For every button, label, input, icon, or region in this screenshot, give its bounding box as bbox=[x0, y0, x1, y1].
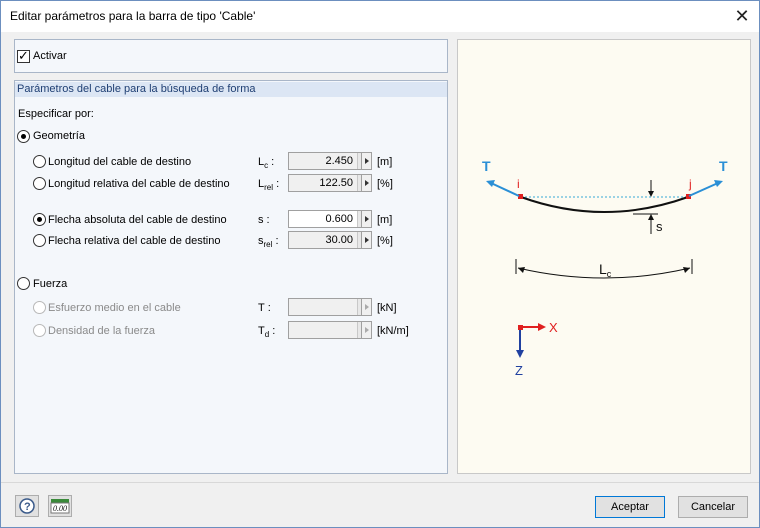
x-axis-label: X bbox=[549, 320, 558, 335]
mean-force-menu-button[interactable] bbox=[361, 298, 372, 316]
target-length-radio[interactable] bbox=[33, 155, 46, 168]
relative-sag-unit: [%] bbox=[377, 235, 393, 247]
force-label[interactable]: Fuerza bbox=[33, 278, 67, 290]
relative-length-label[interactable]: Longitud relativa del cable de destino bbox=[48, 178, 230, 190]
target-length-menu-button[interactable] bbox=[361, 152, 372, 170]
target-length-value: 2.450 bbox=[325, 155, 353, 167]
section-title: Parámetros del cable para la búsqueda de… bbox=[15, 82, 447, 97]
force-density-label[interactable]: Densidad de la fuerza bbox=[48, 325, 155, 337]
accept-button[interactable]: Aceptar bbox=[595, 496, 665, 518]
node-j-label: j bbox=[688, 177, 692, 191]
td-symbol: Td : bbox=[258, 325, 276, 340]
cable-diagram: i j T T s Lc X Z bbox=[457, 39, 751, 474]
target-length-input[interactable]: 2.450 bbox=[288, 152, 372, 170]
svg-text:?: ? bbox=[24, 501, 31, 513]
force-density-radio[interactable] bbox=[33, 324, 46, 337]
close-icon[interactable]: ✕ bbox=[728, 4, 756, 28]
cable-curve bbox=[520, 196, 689, 213]
absolute-sag-radio[interactable] bbox=[33, 213, 46, 226]
x-axis-arrowhead bbox=[538, 323, 546, 331]
help-button[interactable]: ? bbox=[15, 495, 39, 517]
force-density-unit: [kN/m] bbox=[377, 325, 409, 337]
t-symbol: T : bbox=[258, 302, 271, 314]
relative-sag-input[interactable]: 30.00 bbox=[288, 231, 372, 249]
relative-length-input[interactable]: 122.50 bbox=[288, 174, 372, 192]
geometry-radio[interactable] bbox=[17, 130, 30, 143]
relative-sag-label[interactable]: Flecha relativa del cable de destino bbox=[48, 235, 220, 247]
absolute-sag-unit: [m] bbox=[377, 214, 393, 226]
tension-label-left: T bbox=[482, 158, 491, 174]
cable-diagram-svg: i j T T s Lc X Z bbox=[482, 158, 728, 378]
lc-arrow-right bbox=[683, 267, 690, 273]
mean-force-input[interactable] bbox=[288, 298, 372, 316]
geometry-label[interactable]: Geometría bbox=[33, 130, 85, 142]
units-icon-text: 0.00 bbox=[53, 504, 67, 513]
absolute-sag-value: 0.600 bbox=[325, 213, 353, 225]
target-length-label[interactable]: Longitud del cable de destino bbox=[48, 156, 191, 168]
relative-sag-menu-button[interactable] bbox=[361, 231, 372, 249]
units-button[interactable]: 0.00 bbox=[48, 495, 72, 517]
specify-label: Especificar por: bbox=[18, 108, 94, 120]
axis-origin bbox=[518, 325, 523, 330]
relative-length-menu-button[interactable] bbox=[361, 174, 372, 192]
mean-force-unit: [kN] bbox=[377, 302, 397, 314]
target-length-unit: [m] bbox=[377, 156, 393, 168]
activate-checkbox[interactable] bbox=[17, 48, 30, 64]
help-icon: ? bbox=[19, 498, 35, 514]
sag-label: s bbox=[656, 219, 663, 234]
tension-label-right: T bbox=[719, 158, 728, 174]
lc-arrow-left bbox=[518, 267, 525, 273]
srel-symbol: srel : bbox=[258, 235, 279, 250]
absolute-sag-menu-button[interactable] bbox=[361, 210, 372, 228]
relative-length-value: 122.50 bbox=[319, 177, 353, 189]
lc-symbol: Lc : bbox=[258, 156, 275, 171]
mean-force-radio[interactable] bbox=[33, 301, 46, 314]
s-symbol: s : bbox=[258, 214, 270, 226]
activate-label[interactable]: Activar bbox=[33, 50, 67, 62]
units-icon: 0.00 bbox=[50, 499, 70, 514]
absolute-sag-label[interactable]: Flecha absoluta del cable de destino bbox=[48, 214, 227, 226]
relative-length-radio[interactable] bbox=[33, 177, 46, 190]
sag-arrow-bottom bbox=[648, 214, 654, 220]
mean-force-label[interactable]: Esfuerzo medio en el cable bbox=[48, 302, 181, 314]
window-title: Editar parámetros para la barra de tipo … bbox=[10, 9, 256, 23]
force-density-menu-button[interactable] bbox=[361, 321, 372, 339]
lrel-symbol: Lrel : bbox=[258, 178, 280, 193]
tension-arrow-left bbox=[490, 182, 520, 197]
z-axis-label: Z bbox=[515, 363, 523, 378]
z-axis-arrowhead bbox=[516, 350, 524, 358]
dialog-window: Editar parámetros para la barra de tipo … bbox=[0, 0, 760, 528]
title-bar: Editar parámetros para la barra de tipo … bbox=[1, 1, 759, 32]
force-radio[interactable] bbox=[17, 277, 30, 290]
absolute-sag-input[interactable]: 0.600 bbox=[288, 210, 372, 228]
relative-sag-value: 30.00 bbox=[325, 234, 353, 246]
node-i-label: i bbox=[517, 177, 520, 191]
tension-arrow-right bbox=[688, 182, 719, 197]
lc-label: Lc bbox=[599, 261, 612, 279]
sag-arrow-top bbox=[648, 191, 654, 197]
relative-sag-radio[interactable] bbox=[33, 234, 46, 247]
footer-divider bbox=[1, 482, 759, 483]
force-density-input[interactable] bbox=[288, 321, 372, 339]
cancel-button[interactable]: Cancelar bbox=[678, 496, 748, 518]
activate-group bbox=[14, 39, 448, 73]
relative-length-unit: [%] bbox=[377, 178, 393, 190]
